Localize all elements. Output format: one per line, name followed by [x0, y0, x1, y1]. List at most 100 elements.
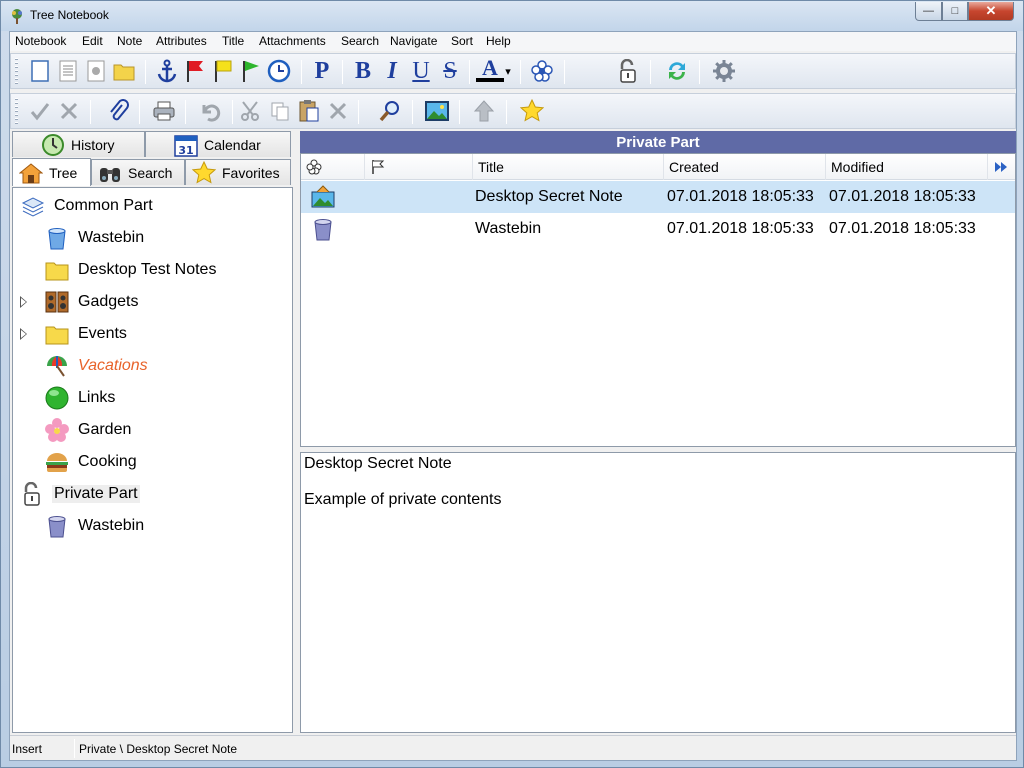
clock-button[interactable] [266, 58, 292, 84]
menu-navigate[interactable]: Navigate [390, 34, 437, 48]
column-headers: Title Created Modified [301, 154, 1015, 180]
tab-tree[interactable]: Tree [12, 158, 91, 186]
new-text-note-button[interactable] [55, 58, 81, 84]
copy-button[interactable] [267, 98, 293, 124]
tree-item-gadgets[interactable]: Gadgets [13, 286, 292, 318]
close-button[interactable]: ✕ [968, 2, 1014, 21]
tree-item-wastebin[interactable]: Wastebin [13, 222, 292, 254]
tree-item-garden[interactable]: Garden [13, 414, 292, 446]
formatting-toolbar: P B I U S A ▾ [10, 53, 1016, 89]
tree-item-common-part[interactable]: Common Part [13, 190, 292, 222]
sync-arrows-icon [669, 62, 685, 80]
toolbar-separator [185, 100, 186, 124]
toolbar-separator [506, 100, 507, 124]
column-chooser-button[interactable] [988, 154, 1015, 180]
italic-button[interactable]: I [379, 58, 405, 84]
tree-item-cooking[interactable]: Cooking [13, 446, 292, 478]
expand-arrow-icon[interactable] [20, 296, 27, 308]
settings-button[interactable] [711, 58, 737, 84]
red-flag-icon [187, 61, 203, 82]
menu-search[interactable]: Search [341, 34, 379, 48]
app-window: Tree Notebook — □ ✕ Notebook Edit Note A… [0, 0, 1024, 768]
section-header: Private Part [300, 131, 1016, 153]
tree-item-vacations[interactable]: Vacations [13, 350, 292, 382]
menu-note[interactable]: Note [117, 34, 142, 48]
discard-button[interactable] [56, 98, 82, 124]
green-flag-button[interactable] [238, 58, 264, 84]
paragraph-button[interactable]: P [309, 58, 335, 84]
bold-button[interactable]: B [350, 58, 376, 84]
favorite-button[interactable] [519, 98, 545, 124]
toolbar-separator [412, 100, 413, 124]
expand-arrow-icon[interactable] [20, 328, 27, 340]
menu-attributes[interactable]: Attributes [156, 34, 207, 48]
undo-icon [202, 104, 221, 122]
menu-sort[interactable]: Sort [451, 34, 473, 48]
column-header-created[interactable]: Created [664, 154, 826, 180]
emoticon-button[interactable] [529, 58, 555, 84]
new-record-button[interactable] [83, 58, 109, 84]
picture-icon [425, 101, 449, 121]
menu-attachments[interactable]: Attachments [259, 34, 326, 48]
note-editor[interactable]: Desktop Secret Note Example of private c… [300, 452, 1016, 733]
column-header-modified[interactable]: Modified [826, 154, 988, 180]
sync-button[interactable] [664, 58, 690, 84]
column-header-title[interactable]: Title [473, 154, 664, 180]
status-mode: Insert [12, 742, 43, 756]
tree-item-private-part[interactable]: Private Part [13, 478, 292, 510]
tree-item-private-wastebin[interactable]: Wastebin [13, 510, 292, 542]
move-up-button[interactable] [471, 98, 497, 124]
title-bar[interactable]: Tree Notebook — □ ✕ [1, 1, 1023, 31]
cut-button[interactable] [238, 98, 264, 124]
menu-edit[interactable]: Edit [82, 34, 103, 48]
anchor-button[interactable] [154, 58, 180, 84]
scissors-icon [241, 101, 259, 121]
print-button[interactable] [151, 98, 177, 124]
new-note-button[interactable] [27, 58, 53, 84]
row-title: Wastebin [475, 220, 542, 237]
tree-item-links[interactable]: Links [13, 382, 292, 414]
red-flag-button[interactable] [182, 58, 208, 84]
tab-favorites[interactable]: Favorites [185, 159, 291, 185]
menu-notebook[interactable]: Notebook [15, 34, 66, 48]
menu-help[interactable]: Help [486, 34, 511, 48]
new-folder-button[interactable] [111, 58, 137, 84]
underline-button[interactable]: U [408, 58, 434, 84]
column-header-flag[interactable] [365, 154, 473, 180]
strikethrough-button[interactable]: S [437, 58, 463, 84]
checkmark-icon [30, 103, 50, 121]
minimize-button[interactable]: — [915, 2, 942, 21]
status-separator [74, 739, 75, 758]
list-row[interactable]: Desktop Secret Note 07.01.2018 18:05:33 … [301, 181, 1015, 213]
tab-history[interactable]: History [12, 131, 145, 157]
tree-item-label: Cooking [78, 453, 137, 470]
font-color-dropdown[interactable]: ▾ [501, 58, 515, 84]
toolbar-grip[interactable] [15, 58, 18, 84]
tab-calendar[interactable]: 31 Calendar [145, 131, 291, 157]
toolbar-grip[interactable] [15, 98, 18, 124]
tree-item-events[interactable]: Events [13, 318, 292, 350]
insert-image-button[interactable] [424, 98, 450, 124]
speakers-icon [45, 291, 69, 313]
tab-search[interactable]: Search [91, 159, 185, 185]
attach-button[interactable] [105, 98, 131, 124]
house-icon [19, 162, 43, 183]
yellow-flag-button[interactable] [210, 58, 236, 84]
left-tabs: History 31 Calendar Tree Search Favorite… [10, 131, 292, 187]
accept-button[interactable] [27, 98, 53, 124]
paste-button[interactable] [296, 98, 322, 124]
note-title: Desktop Secret Note [304, 455, 452, 472]
blank-page-icon [31, 60, 49, 82]
undo-button[interactable] [198, 98, 224, 124]
list-row[interactable]: Wastebin 07.01.2018 18:05:33 07.01.2018 … [301, 213, 1015, 245]
folder-icon [45, 326, 69, 345]
tree-item-desktop-test-notes[interactable]: Desktop Test Notes [13, 254, 292, 286]
find-button[interactable] [377, 98, 403, 124]
delete-button[interactable] [325, 98, 351, 124]
column-header-icon[interactable] [301, 154, 365, 180]
unlock-button[interactable] [615, 58, 641, 84]
maximize-button[interactable]: □ [942, 2, 968, 21]
menu-title[interactable]: Title [222, 34, 244, 48]
font-color-button[interactable]: A [476, 55, 504, 82]
menu-bar: Notebook Edit Note Attributes Title Atta… [10, 32, 1016, 51]
